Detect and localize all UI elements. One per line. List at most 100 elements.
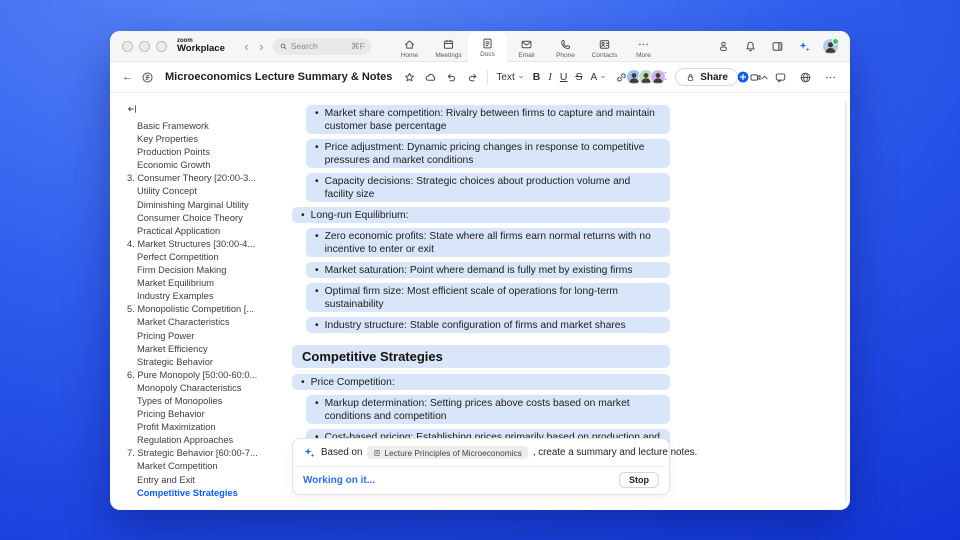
outline-item[interactable]: Strategic Behavior xyxy=(110,356,285,369)
contact-icon[interactable] xyxy=(715,38,731,54)
bullet-block[interactable]: • Market saturation: Point where demand i… xyxy=(306,262,670,278)
tab-meetings[interactable]: Meetings xyxy=(429,35,468,62)
outline-item[interactable]: 7. Strategic Behavior [60:00-7... xyxy=(110,447,285,460)
star-icon[interactable] xyxy=(403,69,416,85)
outline-item[interactable]: Diminishing Marginal Utility xyxy=(110,199,285,212)
outline-item[interactable]: Basic Framework xyxy=(110,120,285,133)
outline-item[interactable]: Perfect Competition xyxy=(110,251,285,264)
text-style-dropdown[interactable]: Text xyxy=(496,72,524,83)
bullet-text: Market share competition: Rivalry betwee… xyxy=(324,107,655,132)
back-arrow-icon[interactable]: ← xyxy=(122,71,133,83)
close-window-button[interactable] xyxy=(122,40,133,52)
text-color-dropdown[interactable]: A xyxy=(590,72,607,83)
outline-item[interactable]: Competitive Strategies xyxy=(110,487,285,500)
video-camera-icon[interactable] xyxy=(747,69,763,85)
bullet-block[interactable]: • Optimal firm size: Most efficient scale… xyxy=(306,283,670,312)
bullet-block[interactable]: • Market share competition: Rivalry betwe… xyxy=(306,105,670,134)
bullet-block[interactable]: • Price adjustment: Dynamic pricing chang… xyxy=(306,139,670,168)
outline-item[interactable]: Monopoly Characteristics xyxy=(110,382,285,395)
toolbar-right: Share xyxy=(626,68,838,86)
doc-chip-icon xyxy=(373,449,381,457)
home-icon xyxy=(403,38,416,51)
collaborator-avatars[interactable] xyxy=(626,69,667,85)
tab-more[interactable]: More xyxy=(624,35,663,62)
docs-icon xyxy=(481,37,494,50)
bold-button[interactable]: B xyxy=(533,71,541,83)
cloud-sync-icon[interactable] xyxy=(424,69,437,85)
tab-label: Phone xyxy=(556,52,575,59)
outline-item[interactable]: Market Equilibrium xyxy=(110,277,285,290)
outline-item[interactable]: Key Properties xyxy=(110,133,285,146)
underline-button[interactable]: U xyxy=(560,71,568,83)
section-heading[interactable]: Competitive Strategies xyxy=(292,345,670,368)
doc-emoji-icon[interactable] xyxy=(141,69,154,85)
collaborator-avatar[interactable] xyxy=(650,69,667,85)
tab-email[interactable]: Email xyxy=(507,35,546,62)
bell-icon[interactable] xyxy=(742,38,758,54)
outline-item[interactable]: Profit Maximization xyxy=(110,421,285,434)
ai-sparkle-icon[interactable] xyxy=(796,38,812,54)
outline-item[interactable]: Utility Concept xyxy=(110,185,285,198)
bullet-text: Optimal firm size: Most efficient scale … xyxy=(324,285,618,310)
outline-item[interactable]: 4. Market Structures [30:00-4... xyxy=(110,238,285,251)
outline-item[interactable]: Industry Examples xyxy=(110,290,285,303)
calendar-icon xyxy=(442,38,455,51)
outline-item[interactable]: Production Points xyxy=(110,146,285,159)
share-button[interactable]: Share xyxy=(675,68,738,86)
outline-item[interactable]: Pricing Power xyxy=(110,330,285,343)
bullet-block[interactable]: • Industry structure: Stable configuratio… xyxy=(306,317,670,333)
nav-back-button[interactable]: ‹ xyxy=(239,40,254,53)
tab-label: Docs xyxy=(480,50,495,58)
more-dots-icon[interactable] xyxy=(822,69,838,85)
bullet-block[interactable]: • Price Competition: xyxy=(292,374,670,390)
bullet-block[interactable]: • Markup determination: Setting prices ab… xyxy=(306,395,670,424)
outline-item[interactable]: Entry and Exit xyxy=(110,474,285,487)
outline-list: Basic Framework Key Properties Production … xyxy=(110,120,285,500)
outline-item[interactable]: Types of Monopolies xyxy=(110,395,285,408)
outline-item[interactable]: Market Competition xyxy=(110,460,285,473)
outline-item[interactable]: Practical Application xyxy=(110,225,285,238)
outline-item[interactable]: 3. Consumer Theory [20:00-3... xyxy=(110,172,285,185)
redo-icon[interactable] xyxy=(466,69,479,85)
bullet-block[interactable]: • Long-run Equilibrium: xyxy=(292,207,670,223)
globe-icon[interactable] xyxy=(797,69,813,85)
outline-item[interactable]: Firm Decision Making xyxy=(110,264,285,277)
ai-prompt-row: Based on Lecture Principles of Microecon… xyxy=(293,439,697,467)
stop-button[interactable]: Stop xyxy=(619,472,659,488)
tab-home[interactable]: Home xyxy=(390,35,429,62)
outline-item[interactable]: 5. Monopolistic Competition [... xyxy=(110,303,285,316)
tab-docs[interactable]: Docs xyxy=(468,32,507,62)
strikethrough-button[interactable]: S xyxy=(575,71,582,83)
ai-prompt-suffix: , create a summary and lecture notes. xyxy=(532,447,698,458)
minimize-window-button[interactable] xyxy=(139,40,150,52)
outline-item[interactable]: Market Characteristics xyxy=(110,316,285,329)
nav-forward-button[interactable]: › xyxy=(254,40,269,53)
bullet-marker: • xyxy=(315,107,319,119)
user-avatar[interactable] xyxy=(823,37,839,54)
undo-icon[interactable] xyxy=(445,69,458,85)
bullet-marker: • xyxy=(301,376,305,388)
outline-item[interactable]: Pricing Behavior xyxy=(110,408,285,421)
collapse-sidebar-icon[interactable] xyxy=(126,103,140,115)
doc-toolbar: ← Microeconomics Lecture Summary & Notes T… xyxy=(110,62,850,93)
document-canvas[interactable]: • Market share competition: Rivalry betwe… xyxy=(285,93,850,510)
search-input[interactable]: Search ⌘F xyxy=(272,37,371,55)
tab-contacts[interactable]: Contacts xyxy=(585,35,624,62)
outline-item[interactable]: 6. Pure Monopoly [50:00-60:0... xyxy=(110,369,285,382)
search-placeholder: Search xyxy=(290,41,318,51)
bullet-block[interactable]: • Capacity decisions: Strategic choices a… xyxy=(306,173,670,202)
italic-button[interactable]: I xyxy=(548,72,552,83)
maximize-window-button[interactable] xyxy=(156,40,167,52)
outline-item[interactable]: Regulation Approaches xyxy=(110,434,285,447)
zoom-workplace-logo: zoom Workplace xyxy=(177,38,225,54)
bullet-block[interactable]: • Zero economic profits: State where all … xyxy=(306,228,670,257)
app-window: zoom Workplace ‹ › Search ⌘F Home Meetin… xyxy=(110,31,850,510)
chat-bubble-icon[interactable] xyxy=(772,69,788,85)
doc-title[interactable]: Microeconomics Lecture Summary & Notes xyxy=(165,71,392,83)
source-doc-chip[interactable]: Lecture Principles of Microeconomics xyxy=(367,446,528,459)
outline-item[interactable]: Market Efficiency xyxy=(110,343,285,356)
outline-item[interactable]: Economic Growth xyxy=(110,159,285,172)
side-panel-icon[interactable] xyxy=(769,38,785,54)
outline-item[interactable]: Consumer Choice Theory xyxy=(110,212,285,225)
tab-phone[interactable]: Phone xyxy=(546,35,585,62)
